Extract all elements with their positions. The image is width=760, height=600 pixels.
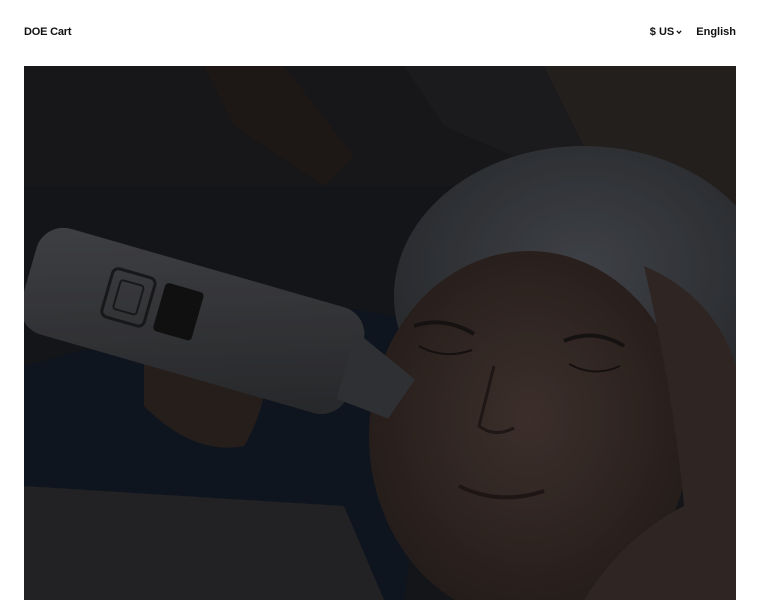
header-controls: $ US English [650, 26, 736, 38]
language-selector[interactable]: English [696, 26, 736, 38]
currency-selector[interactable]: $ US [650, 26, 682, 38]
site-header: DOE Cart $ US English [0, 0, 760, 66]
hero-image [24, 66, 736, 600]
currency-label: $ US [649, 26, 675, 38]
brand-logo-link[interactable]: DOE Cart [24, 26, 72, 38]
chevron-down-icon [676, 29, 682, 35]
